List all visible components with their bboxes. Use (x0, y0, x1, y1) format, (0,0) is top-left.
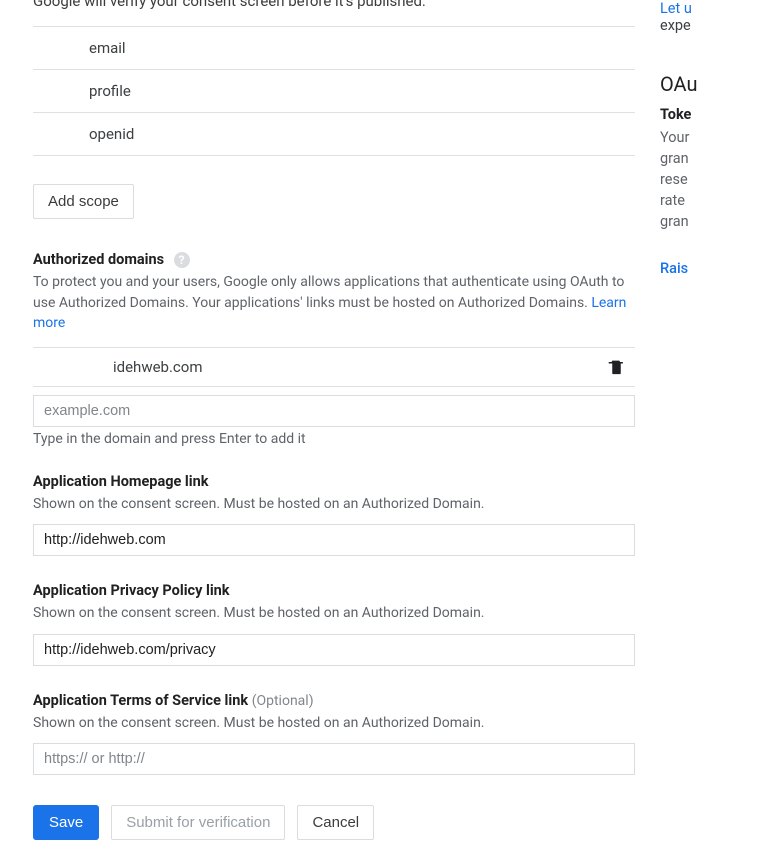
scope-row: openid (33, 113, 635, 156)
domain-list: idehweb.com (33, 347, 635, 387)
domain-input[interactable] (33, 395, 635, 427)
scope-table: email profile openid (33, 26, 635, 156)
save-button[interactable]: Save (33, 805, 99, 840)
domain-value: idehweb.com (113, 358, 203, 376)
help-icon[interactable]: ? (174, 252, 190, 268)
scope-row: email (33, 27, 635, 70)
homepage-desc: Shown on the consent screen. Must be hos… (33, 494, 635, 514)
tos-section: Application Terms of Service link (Optio… (33, 692, 635, 775)
privacy-input[interactable] (33, 634, 635, 666)
domain-hint: Type in the domain and press Enter to ad… (33, 431, 635, 447)
privacy-label: Application Privacy Policy link (33, 582, 230, 599)
homepage-label: Application Homepage link (33, 473, 208, 490)
tos-desc: Shown on the consent screen. Must be hos… (33, 713, 635, 733)
tos-input[interactable] (33, 743, 635, 775)
tos-optional: (Optional) (252, 693, 314, 709)
privacy-section: Application Privacy Policy link Shown on… (33, 582, 635, 665)
domain-row: idehweb.com (33, 348, 635, 387)
homepage-section: Application Homepage link Shown on the c… (33, 473, 635, 556)
action-row: Save Submit for verification Cancel (33, 805, 635, 840)
side-text: expe (660, 17, 760, 34)
main-content: Google will verify your consent screen b… (0, 0, 650, 840)
authorized-domains-desc: To protect you and your users, Google on… (33, 272, 635, 333)
trash-icon[interactable] (608, 358, 625, 376)
submit-verification-button[interactable]: Submit for verification (111, 805, 285, 840)
add-scope-button[interactable]: Add scope (33, 184, 134, 219)
side-panel: Let u expe OAu Toke Your gran rese rate … (650, 0, 760, 840)
raise-link[interactable]: Rais (660, 260, 760, 277)
tos-label: Application Terms of Service link (33, 692, 252, 709)
side-heading: OAu (660, 72, 760, 96)
cancel-button[interactable]: Cancel (297, 805, 374, 840)
side-subheading: Toke (660, 106, 760, 123)
privacy-desc: Shown on the consent screen. Must be hos… (33, 603, 635, 623)
side-body: Your gran rese rate gran (660, 127, 760, 232)
intro-text: Google will verify your consent screen b… (33, 0, 635, 10)
side-link[interactable]: Let u (660, 0, 760, 17)
authorized-domains-section: Authorized domains ? To protect you and … (33, 251, 635, 447)
scope-row: profile (33, 70, 635, 113)
authorized-domains-label: Authorized domains (33, 251, 164, 268)
homepage-input[interactable] (33, 524, 635, 556)
